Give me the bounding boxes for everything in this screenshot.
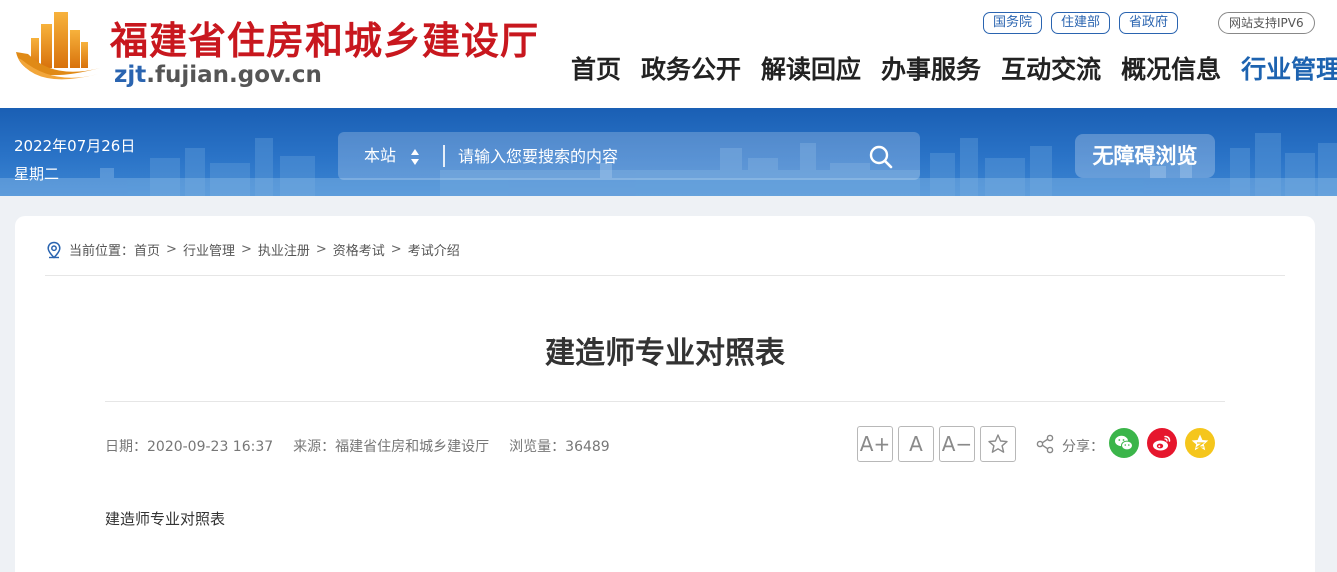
location-pin-icon bbox=[47, 241, 61, 259]
nav-item-interpretation[interactable]: 解读回应 bbox=[761, 52, 861, 88]
search-icon[interactable] bbox=[868, 144, 894, 170]
font-decrease-button[interactable]: A− bbox=[939, 426, 975, 462]
title-divider bbox=[105, 401, 1225, 402]
date-box: 2022年07月26日 星期二 bbox=[14, 132, 135, 188]
share-weibo-button[interactable] bbox=[1147, 428, 1177, 458]
share-label: 分享： bbox=[1062, 439, 1104, 455]
search-scope-select[interactable]: 本站 bbox=[364, 132, 396, 180]
nav-item-services[interactable]: 办事服务 bbox=[881, 52, 981, 88]
article-meta: 日期：2020-09-23 16:37 来源：福建省住房和城乡建设厅 浏览量：3… bbox=[105, 436, 630, 456]
ipv6-badge: 网站支持IPV6 bbox=[1218, 12, 1315, 34]
article-date: 日期：2020-09-23 16:37 bbox=[105, 439, 274, 455]
share-qzone-button[interactable] bbox=[1185, 428, 1215, 458]
qzone-icon bbox=[1185, 428, 1215, 458]
favorite-button[interactable] bbox=[980, 426, 1016, 462]
search-input[interactable] bbox=[458, 140, 858, 172]
breadcrumb-separator: > bbox=[240, 242, 252, 257]
breadcrumb-separator: > bbox=[390, 242, 402, 257]
nav-item-government-affairs[interactable]: 政务公开 bbox=[641, 52, 741, 88]
banner: 2022年07月26日 星期二 本站 无障碍浏览 bbox=[0, 108, 1337, 196]
main-nav: 首页 政务公开 解读回应 办事服务 互动交流 概况信息 行业管理 bbox=[571, 52, 1337, 88]
article-body: 建造师专业对照表 bbox=[105, 510, 226, 528]
article-card: 当前位置： 首页 > 行业管理 > 执业注册 > 资格考试 > 考试介绍 建造师… bbox=[15, 216, 1315, 572]
top-link-guowuyuan[interactable]: 国务院 bbox=[983, 12, 1043, 34]
breadcrumb-exam-intro[interactable]: 考试介绍 bbox=[408, 240, 460, 259]
star-icon bbox=[988, 434, 1008, 453]
article-source: 来源：福建省住房和城乡建设厅 bbox=[293, 439, 490, 455]
logo-icon[interactable] bbox=[14, 10, 100, 88]
nav-item-overview[interactable]: 概况信息 bbox=[1121, 52, 1221, 88]
share-wechat-button[interactable] bbox=[1109, 428, 1139, 458]
font-normal-button[interactable]: A bbox=[898, 426, 934, 462]
breadcrumb-registration[interactable]: 执业注册 bbox=[258, 240, 310, 259]
search-bar: 本站 bbox=[338, 132, 920, 180]
current-weekday: 星期二 bbox=[14, 165, 60, 183]
breadcrumb: 当前位置： 首页 > 行业管理 > 执业注册 > 资格考试 > 考试介绍 bbox=[45, 240, 460, 259]
breadcrumb-home[interactable]: 首页 bbox=[134, 240, 160, 259]
site-header: 福建省住房和城乡建设厅 zjt.fujian.gov.cn 国务院 住建部 省政… bbox=[0, 0, 1337, 108]
top-link-shengzhengfu[interactable]: 省政府 bbox=[1119, 12, 1179, 34]
weibo-icon bbox=[1147, 428, 1177, 458]
font-increase-button[interactable]: A+ bbox=[857, 426, 893, 462]
breadcrumb-qualification-exam[interactable]: 资格考试 bbox=[333, 240, 385, 259]
site-name[interactable]: 福建省住房和城乡建设厅 bbox=[110, 10, 539, 65]
breadcrumb-prefix: 当前位置： bbox=[69, 244, 135, 259]
nav-item-industry-management[interactable]: 行业管理 bbox=[1241, 52, 1337, 88]
accessible-browse-button[interactable]: 无障碍浏览 bbox=[1075, 134, 1215, 178]
breadcrumb-separator: > bbox=[315, 242, 327, 257]
site-url-suffix: .fujian.gov.cn bbox=[146, 62, 322, 88]
site-url[interactable]: zjt.fujian.gov.cn bbox=[114, 62, 322, 88]
share-icon bbox=[1036, 434, 1054, 454]
search-divider bbox=[443, 145, 445, 167]
article-views: 浏览量：36489 bbox=[509, 439, 610, 455]
chevron-updown-icon[interactable] bbox=[410, 148, 420, 166]
breadcrumb-industry-management[interactable]: 行业管理 bbox=[183, 240, 235, 259]
top-link-zhujianbu[interactable]: 住建部 bbox=[1051, 12, 1111, 34]
breadcrumb-divider bbox=[45, 275, 1285, 276]
nav-item-home[interactable]: 首页 bbox=[571, 52, 621, 88]
current-date: 2022年07月26日 bbox=[14, 137, 136, 155]
article-title: 建造师专业对照表 bbox=[545, 336, 785, 371]
wechat-icon bbox=[1109, 428, 1139, 458]
nav-item-interaction[interactable]: 互动交流 bbox=[1001, 52, 1101, 88]
site-url-prefix: zjt bbox=[114, 62, 147, 88]
top-links: 国务院 住建部 省政府 bbox=[983, 12, 1179, 34]
font-size-controls: A+ A A− bbox=[857, 426, 1016, 462]
breadcrumb-separator: > bbox=[166, 242, 177, 257]
